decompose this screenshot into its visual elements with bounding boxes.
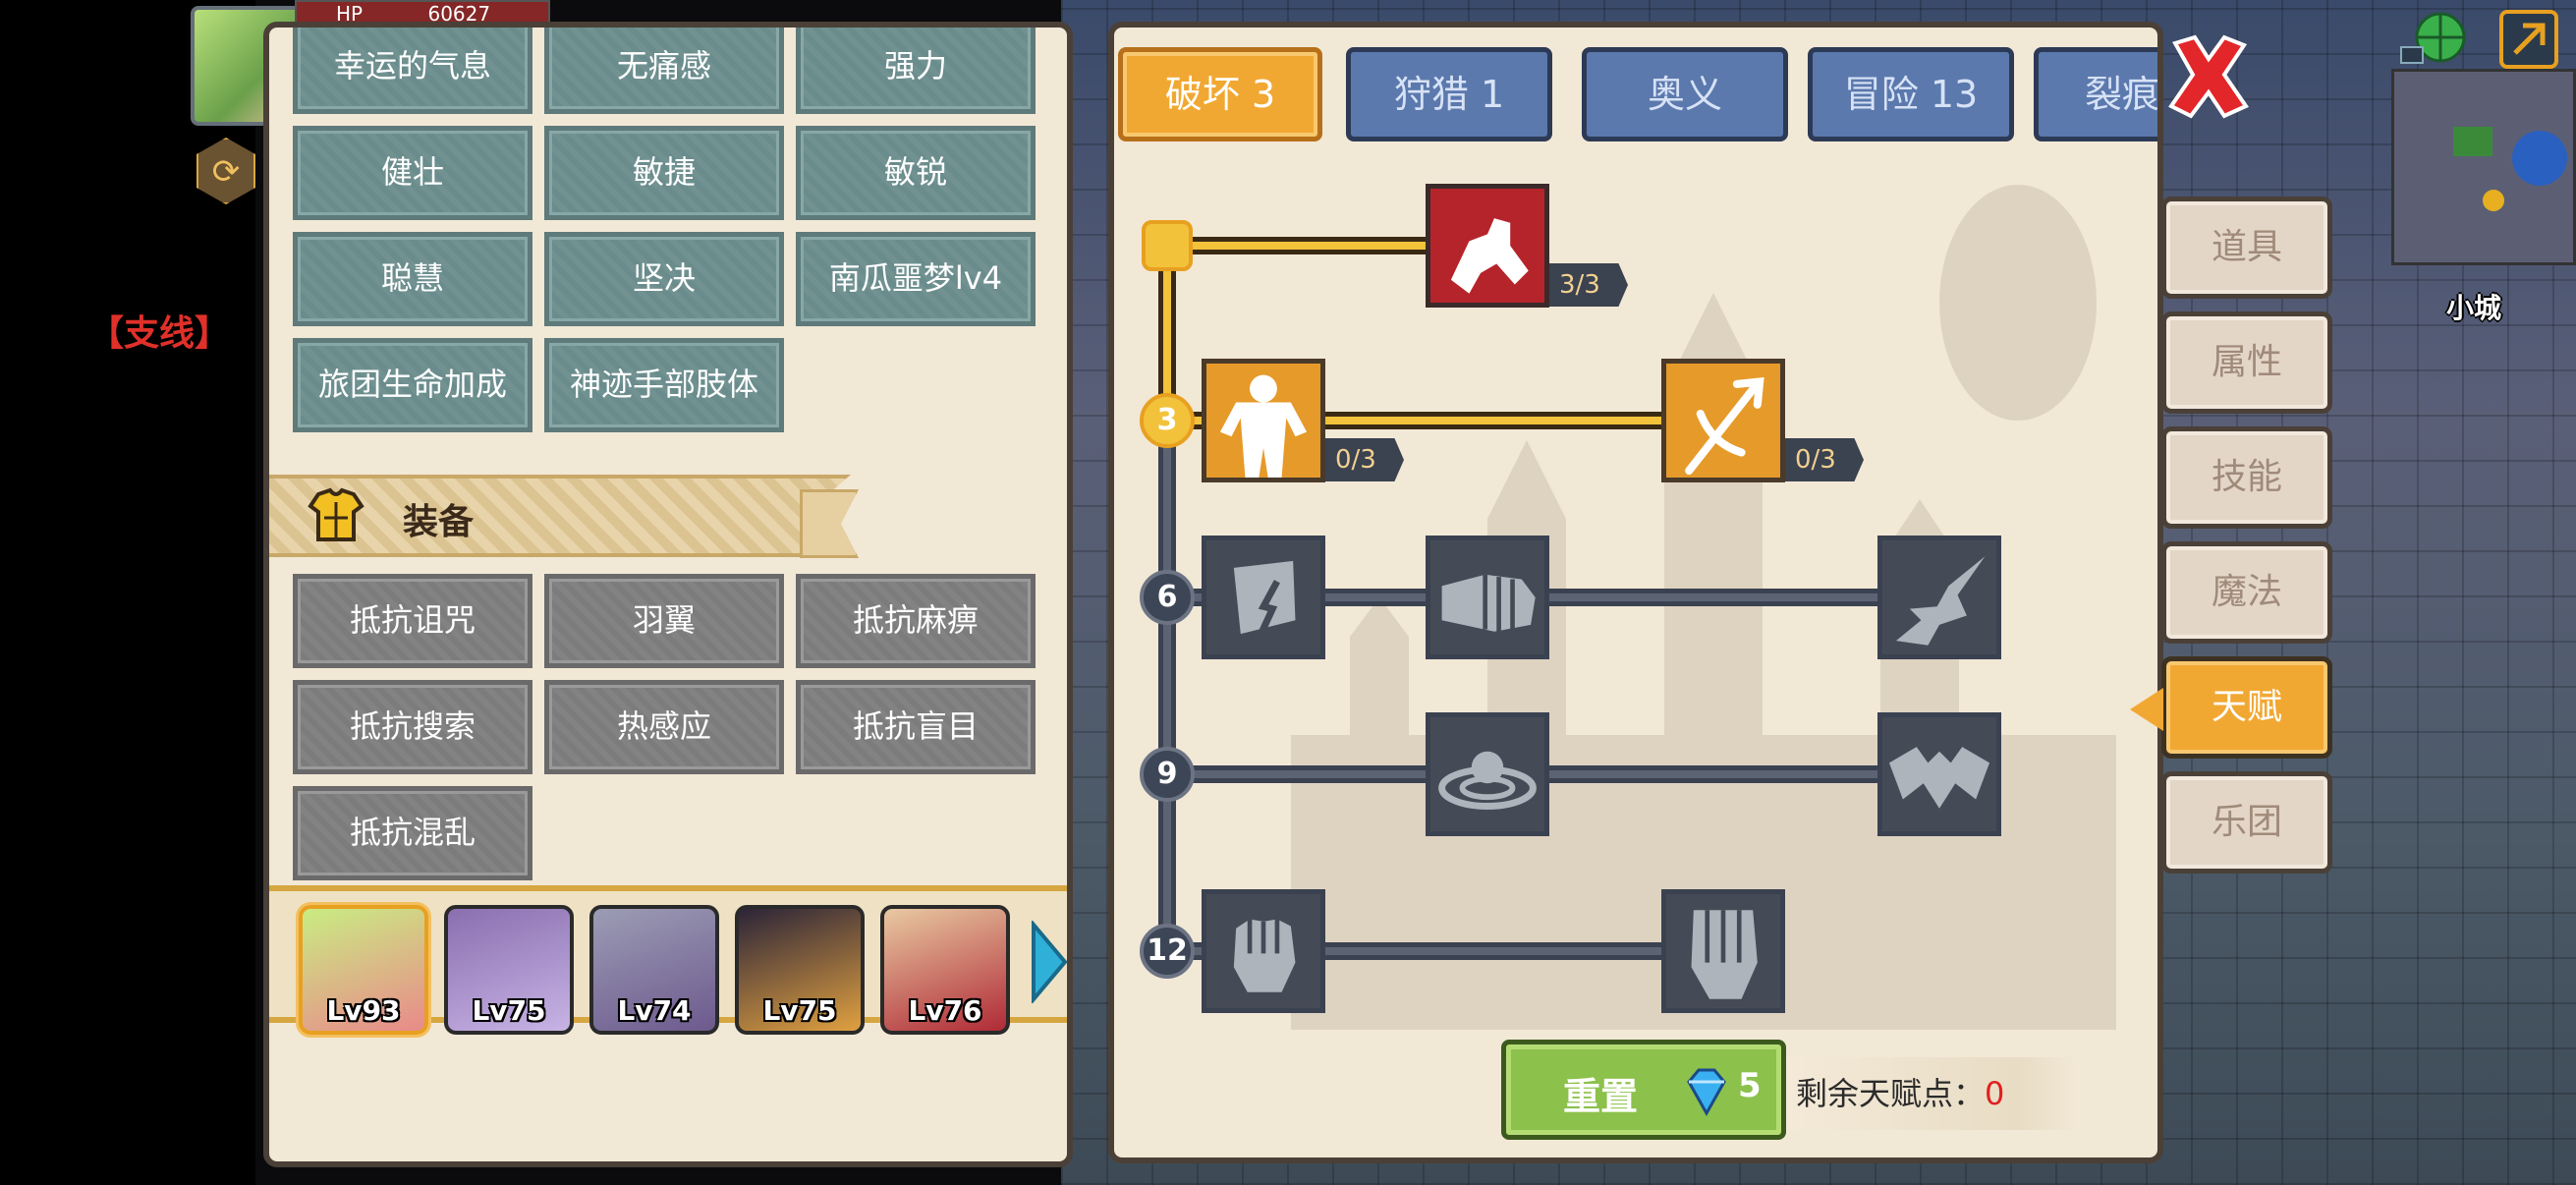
passive-skill-tile[interactable]: 旅团生命加成 <box>293 338 532 432</box>
gauntlet-icon <box>1691 910 1758 999</box>
remaining-value: 0 <box>1985 1075 2005 1112</box>
passive-skill-tile[interactable]: 无痛感 <box>544 28 784 114</box>
minimap[interactable] <box>2391 69 2576 265</box>
side-menu-item[interactable]: 乐团 <box>2161 771 2332 874</box>
diamond-icon <box>1687 1068 1726 1117</box>
passive-skill-tile[interactable]: 强力 <box>796 28 1036 114</box>
talent-node[interactable] <box>1426 712 1549 836</box>
passive-skill-tile[interactable]: 敏捷 <box>544 126 784 220</box>
equipment-skill-tile[interactable]: 抵抗混乱 <box>293 786 532 880</box>
exit-window-icon[interactable] <box>2497 8 2560 71</box>
equipment-skill-tile[interactable]: 热感应 <box>544 680 784 774</box>
reset-label: 重置 <box>1563 1075 1639 1118</box>
talent-rank: 0/3 <box>1325 438 1404 481</box>
talent-node[interactable] <box>1661 889 1785 1013</box>
passive-skill-tile[interactable]: 神迹手部肢体 <box>544 338 784 432</box>
remaining-points: 剩余天赋点：0 <box>1782 1057 2077 1130</box>
punch-icon <box>1441 574 1536 632</box>
top-right-icons <box>2397 8 2574 73</box>
body-strength-icon <box>1219 374 1308 478</box>
party-member-slot[interactable]: Lv93 <box>299 905 428 1035</box>
level-requirement-marker: 3 <box>1140 393 1195 448</box>
reset-cost: 5 <box>1738 1066 1762 1105</box>
passive-skill-tile[interactable]: 敏锐 <box>796 126 1036 220</box>
level-requirement-marker: 6 <box>1140 570 1195 625</box>
party-member-level: Lv75 <box>762 994 837 1027</box>
shield-break-icon <box>1233 560 1296 641</box>
reset-button[interactable]: 重置 5 <box>1501 1040 1786 1140</box>
passive-skill-tile[interactable]: 南瓜噩梦lv4 <box>796 232 1036 326</box>
party-member-level: Lv76 <box>908 994 982 1027</box>
talent-node[interactable] <box>1202 359 1325 482</box>
talent-panel: 破坏 3 狩猎 1 奥义 冒险 13 裂痕 3/3 3 0/3 0/3 6 9 12 剩余天赋点：0… <box>1108 22 2163 1163</box>
network-globe-icon[interactable] <box>2397 8 2476 71</box>
party-member-slot[interactable]: Lv75 <box>735 905 865 1035</box>
party-next-arrow-icon[interactable] <box>1030 921 1069 1003</box>
splash-strike-icon <box>1895 556 1986 646</box>
arm-wrestle-icon <box>1450 218 1529 294</box>
level-requirement-marker: 12 <box>1140 924 1195 979</box>
talent-node[interactable] <box>1426 536 1549 659</box>
passive-skill-tile[interactable]: 聪慧 <box>293 232 532 326</box>
talent-node[interactable] <box>1202 536 1325 659</box>
talent-node[interactable] <box>1877 712 2001 836</box>
equipment-section-title: 装备 <box>403 502 475 542</box>
side-menu-item[interactable]: 魔法 <box>2161 541 2332 644</box>
party-member-slot[interactable]: Lv74 <box>589 905 719 1035</box>
ripple-icon <box>1438 751 1537 810</box>
side-menu-item[interactable]: 道具 <box>2161 197 2332 299</box>
side-menu-item[interactable]: 属性 <box>2161 311 2332 414</box>
party-member-slot[interactable]: Lv76 <box>880 905 1010 1035</box>
talent-node[interactable] <box>1202 889 1325 1013</box>
party-member-slot[interactable]: Lv75 <box>444 905 574 1035</box>
side-menu-item[interactable]: 天赋 <box>2161 656 2332 759</box>
town-label: 小城 <box>2446 292 2502 324</box>
bat-wing-icon <box>1888 747 1990 809</box>
equipment-skill-tile[interactable]: 抵抗诅咒 <box>293 574 532 668</box>
piercing-arrow-icon <box>1685 377 1764 476</box>
banner-ribbon-tail <box>800 489 859 558</box>
close-icon[interactable] <box>2163 29 2252 124</box>
talent-node[interactable] <box>1661 359 1785 482</box>
passive-skill-tile[interactable]: 健壮 <box>293 126 532 220</box>
passive-skill-tile[interactable]: 坚决 <box>544 232 784 326</box>
fist-icon <box>1233 919 1296 992</box>
talent-rank: 3/3 <box>1549 263 1628 307</box>
side-menu-item[interactable]: 技能 <box>2161 426 2332 529</box>
talent-node[interactable] <box>1426 184 1549 308</box>
party-member-level: Lv93 <box>326 994 401 1027</box>
passive-skill-tile[interactable]: 幸运的气息 <box>293 28 532 114</box>
equipment-skill-tile[interactable]: 抵抗搜索 <box>293 680 532 774</box>
equipment-skill-tile[interactable]: 羽翼 <box>544 574 784 668</box>
side-quest-label[interactable]: 【支线】 <box>88 305 230 356</box>
talent-node[interactable] <box>1877 536 2001 659</box>
armor-icon <box>308 487 364 541</box>
level-requirement-marker: 9 <box>1140 747 1195 802</box>
equipment-skill-tile[interactable]: 抵抗麻痹 <box>796 574 1036 668</box>
party-member-level: Lv75 <box>472 994 546 1027</box>
equipment-skill-tile[interactable]: 抵抗盲目 <box>796 680 1036 774</box>
party-bar: Lv93 Lv75 Lv74 Lv75 Lv76 <box>269 885 1069 1035</box>
remaining-label: 剩余天赋点： <box>1796 1075 1986 1112</box>
skill-list-panel: 幸运的气息 无痛感 强力 健壮 敏捷 敏锐 聪慧 坚决 南瓜噩梦lv4 旅团生命加成 神迹手部肢体 … <box>263 22 1073 1167</box>
party-member-level: Lv74 <box>617 994 692 1027</box>
talent-rank: 0/3 <box>1785 438 1864 481</box>
